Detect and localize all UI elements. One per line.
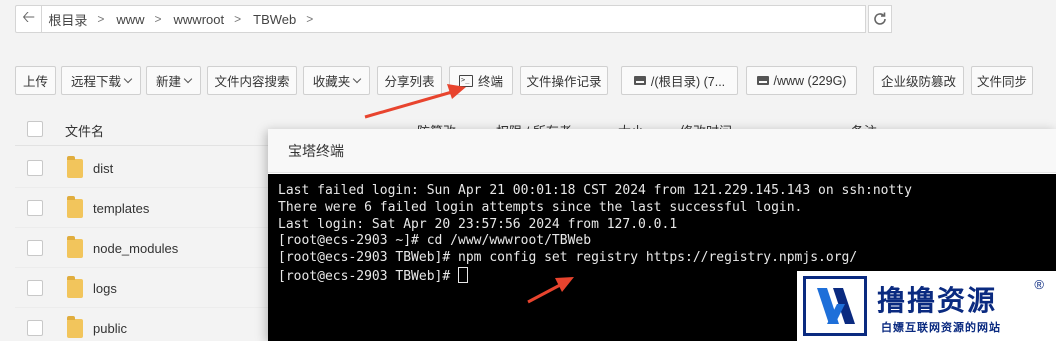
- terminal-prompt: [root@ecs-2903 TBWeb]#: [278, 268, 459, 284]
- operation-log-button[interactable]: 文件操作记录: [520, 66, 608, 95]
- row-checkbox[interactable]: [27, 160, 43, 176]
- dialog-title: 宝塔终端: [288, 142, 344, 159]
- breadcrumb-tbweb[interactable]: TBWeb >: [253, 12, 325, 27]
- breadcrumb-wwwroot[interactable]: wwwroot >: [174, 12, 254, 27]
- content-search-button[interactable]: 文件内容搜索: [207, 66, 297, 95]
- chevron-right-icon: >: [154, 12, 162, 26]
- terminal-line: [root@ecs-2903 ~]# cd /www/wwwroot/TBWeb: [278, 233, 592, 249]
- upload-button[interactable]: 上传: [15, 66, 56, 95]
- breadcrumb[interactable]: 根目录 > www > wwwroot > TBWeb >: [42, 5, 867, 33]
- disk-icon: [633, 76, 646, 85]
- remote-download-button[interactable]: 远程下载: [61, 66, 141, 95]
- file-name[interactable]: public: [93, 321, 127, 336]
- row-checkbox[interactable]: [27, 320, 43, 336]
- chevron-down-icon: [183, 74, 193, 83]
- chevron-right-icon: >: [234, 12, 242, 26]
- disk-root-button[interactable]: /(根目录) (7...: [621, 66, 738, 95]
- disk-icon: [756, 76, 769, 85]
- file-sync-button[interactable]: 文件同步: [971, 66, 1033, 95]
- logo-name: 撸撸资源: [877, 284, 998, 317]
- breadcrumb-www[interactable]: www >: [116, 12, 173, 27]
- chevron-down-icon: [123, 74, 133, 83]
- terminal-icon: >_: [458, 74, 473, 87]
- favorites-button[interactable]: 收藏夹: [303, 66, 370, 95]
- share-list-button[interactable]: 分享列表: [377, 66, 442, 95]
- file-toolbar: 上传 远程下载 新建 文件内容搜索 收藏夹 分享列表 >_ 终端 文件操作记录 /…: [0, 66, 1056, 96]
- arrow-left-icon: 🡠: [22, 8, 36, 26]
- chevron-right-icon: >: [97, 12, 105, 26]
- disk-www-button[interactable]: /www (229G): [746, 66, 857, 95]
- row-checkbox[interactable]: [27, 280, 43, 296]
- select-all-checkbox[interactable]: [27, 121, 43, 137]
- refresh-button[interactable]: [868, 5, 892, 33]
- row-checkbox[interactable]: [27, 240, 43, 256]
- folder-icon: [67, 196, 83, 218]
- folder-icon: [67, 316, 83, 338]
- column-name[interactable]: 文件名: [65, 121, 104, 140]
- file-name[interactable]: templates: [93, 201, 149, 216]
- terminal-cursor: [458, 266, 469, 283]
- row-checkbox[interactable]: [27, 200, 43, 216]
- file-name[interactable]: dist: [93, 161, 113, 176]
- dialog-title-bar[interactable]: 宝塔终端: [268, 129, 1056, 173]
- folder-icon: [67, 156, 83, 178]
- chevron-down-icon: [353, 74, 362, 83]
- address-bar: 🡠 根目录 > www > wwwroot > TBWeb >: [15, 5, 892, 33]
- logo-emblem-icon: [803, 276, 867, 336]
- folder-icon: [67, 276, 83, 298]
- new-button[interactable]: 新建: [146, 66, 201, 95]
- refresh-icon: [874, 12, 886, 25]
- terminal-line: [root@ecs-2903 TBWeb]# npm config set re…: [278, 250, 858, 266]
- terminal-line: Last failed login: Sun Apr 21 00:01:18 C…: [278, 183, 912, 198]
- logo-tagline: 白嫖互联网资源的网站: [881, 322, 1001, 334]
- registered-mark: ®: [1034, 277, 1044, 292]
- folder-icon: [67, 236, 83, 258]
- file-name[interactable]: logs: [93, 281, 117, 296]
- chevron-right-icon: >: [306, 12, 314, 26]
- tamper-proof-button[interactable]: 企业级防篡改: [873, 66, 964, 95]
- terminal-line: There were 6 failed login attempts since…: [278, 199, 803, 215]
- file-name[interactable]: node_modules: [93, 241, 178, 256]
- breadcrumb-root[interactable]: 根目录 >: [48, 10, 116, 29]
- back-button[interactable]: 🡠: [15, 5, 43, 33]
- terminal-line: Last login: Sat Apr 20 23:57:56 2024 fro…: [278, 216, 678, 232]
- watermark-logo: 撸撸资源 ® 白嫖互联网资源的网站: [797, 271, 1056, 341]
- terminal-button[interactable]: >_ 终端: [449, 66, 513, 95]
